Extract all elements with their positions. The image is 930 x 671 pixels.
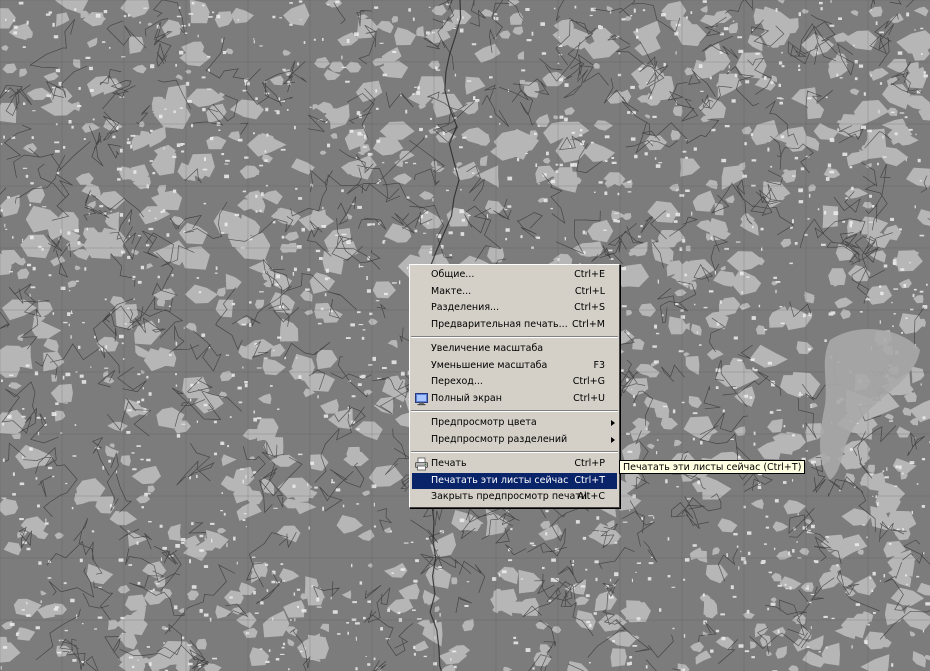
menu-item-shortcut: Ctrl+T: [574, 474, 605, 486]
menu-item-label: Полный экран: [431, 392, 502, 404]
menu-item-label: Общие...: [431, 269, 475, 280]
submenu-arrow-icon: [611, 436, 615, 443]
menu-item-label: Предпросмотр разделений: [431, 433, 568, 445]
menu-item-shortcut: Ctrl+P: [574, 458, 605, 469]
menu-item-print[interactable]: Печать Ctrl+P: [412, 456, 617, 473]
menu-item-layout[interactable]: Макте... Ctrl+L: [412, 284, 617, 301]
menu-item-shortcut: F3: [593, 359, 605, 371]
printer-icon: [415, 457, 428, 471]
menu-separator: [411, 451, 618, 453]
menu-item-label: Предпросмотр цвета: [431, 417, 537, 428]
menu-item-prepress[interactable]: Предварительная печать... Ctrl+M: [412, 317, 617, 334]
menu-item-print-sheets-now[interactable]: Печатать эти листы сейчас Ctrl+T: [412, 472, 617, 489]
menu-item-shortcut: Ctrl+M: [571, 318, 605, 330]
context-menu: Общие... Ctrl+E Макте... Ctrl+L Разделен…: [409, 264, 620, 508]
menu-item-label: Печать: [431, 458, 467, 469]
menu-item-shortcut: Ctrl+S: [574, 302, 605, 313]
menu-item-label: Макте...: [431, 285, 472, 297]
menu-item-zoom-in[interactable]: Увеличение масштаба: [412, 341, 617, 358]
menu-item-label: Уменьшение масштаба: [431, 359, 548, 371]
menu-item-label: Увеличение масштаба: [431, 343, 544, 354]
menu-item-general[interactable]: Общие... Ctrl+E: [412, 267, 617, 284]
tooltip: Печатать эти листы сейчас (Ctrl+T): [619, 460, 806, 474]
menu-item-label: Печатать эти листы сейчас: [431, 474, 569, 486]
menu-item-color-preview[interactable]: Предпросмотр цвета: [412, 415, 617, 432]
menu-item-go-to[interactable]: Переход... Ctrl+G: [412, 374, 617, 391]
map-viewport: Общие... Ctrl+E Макте... Ctrl+L Разделен…: [0, 0, 930, 671]
menu-item-label: Предварительная печать...: [431, 318, 568, 330]
menu-item-full-screen[interactable]: Полный экран Ctrl+U: [412, 391, 617, 408]
menu-item-shortcut: Ctrl+E: [574, 269, 605, 280]
menu-item-label: Разделения...: [431, 302, 500, 313]
menu-item-shortcut: Ctrl+G: [572, 376, 605, 387]
menu-item-close-print-preview[interactable]: Закрыть предпросмотр печати Alt+C: [412, 489, 617, 506]
menu-item-label: Закрыть предпросмотр печати: [431, 491, 588, 502]
menu-item-shortcut: Ctrl+U: [573, 392, 605, 404]
menu-item-zoom-out[interactable]: Уменьшение масштаба F3: [412, 358, 617, 375]
menu-item-shortcut: Alt+C: [577, 491, 605, 502]
menu-item-separations[interactable]: Разделения... Ctrl+S: [412, 300, 617, 317]
menu-separator: [411, 410, 618, 412]
submenu-arrow-icon: [611, 420, 615, 426]
monitor-icon: [415, 392, 428, 405]
menu-item-shortcut: Ctrl+L: [574, 285, 605, 297]
menu-separator: [411, 336, 618, 338]
menu-item-label: Переход...: [431, 376, 483, 387]
menu-item-separations-preview[interactable]: Предпросмотр разделений: [412, 432, 617, 449]
